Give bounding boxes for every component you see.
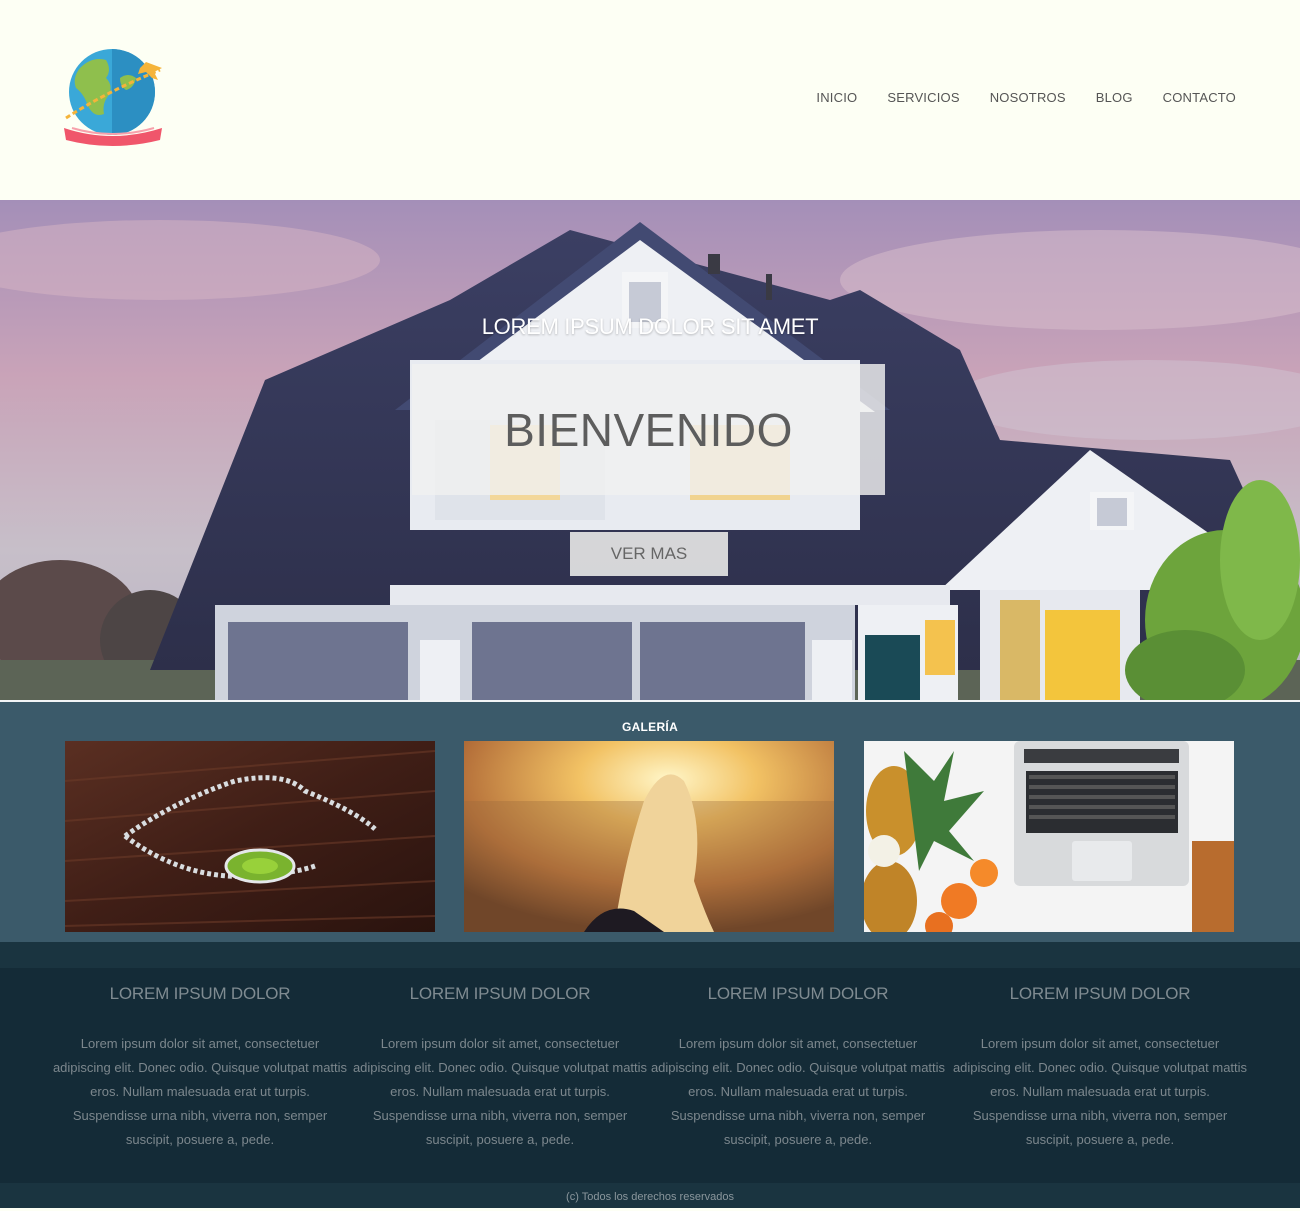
- gallery-title: GALERÍA: [621, 720, 679, 734]
- nav-item-nosotros[interactable]: NOSOTROS: [990, 90, 1066, 105]
- features-section: LOREM IPSUM DOLOR Lorem ipsum dolor sit …: [0, 968, 1300, 1183]
- copyright-text: (c) Todos los derechos reservados: [566, 1191, 734, 1203]
- gallery-image-girl-sunset[interactable]: [464, 741, 834, 932]
- site-footer: (c) Todos los derechos reservados: [0, 1183, 1300, 1208]
- hero-title: BIENVENIDO: [504, 403, 793, 456]
- gallery-image-laptop-fruits[interactable]: [864, 741, 1234, 932]
- feature-column-2: LOREM IPSUM DOLOR Lorem ipsum dolor sit …: [350, 968, 650, 1152]
- ver-mas-button[interactable]: VER MAS: [570, 532, 728, 576]
- feature-column-4: LOREM IPSUM DOLOR Lorem ipsum dolor sit …: [950, 968, 1250, 1152]
- nav-item-contacto[interactable]: CONTACTO: [1163, 90, 1236, 105]
- nav-item-servicios[interactable]: SERVICIOS: [887, 90, 959, 105]
- feature-title: LOREM IPSUM DOLOR: [707, 984, 889, 1003]
- feature-column-3: LOREM IPSUM DOLOR Lorem ipsum dolor sit …: [648, 968, 948, 1152]
- feature-title: LOREM IPSUM DOLOR: [409, 984, 591, 1003]
- feature-title: LOREM IPSUM DOLOR: [1009, 984, 1191, 1003]
- hero-banner: LOREM IPSUM DOLOR SIT AMET BIENVENIDO VE…: [0, 200, 1300, 700]
- nav-item-inicio[interactable]: INICIO: [816, 90, 857, 105]
- feature-title: LOREM IPSUM DOLOR: [109, 984, 291, 1003]
- gallery-section: GALERÍA: [0, 702, 1300, 942]
- nav-item-blog[interactable]: BLOG: [1096, 90, 1133, 105]
- main-nav: INICIO SERVICIOS NOSOTROS BLOG CONTACTO: [816, 90, 1236, 105]
- site-header: INICIO SERVICIOS NOSOTROS BLOG CONTACTO: [0, 0, 1300, 200]
- globe-plane-logo-icon[interactable]: [62, 48, 166, 148]
- features-top-band: [0, 942, 1300, 968]
- feature-column-1: LOREM IPSUM DOLOR Lorem ipsum dolor sit …: [50, 968, 350, 1152]
- feature-text: Lorem ipsum dolor sit amet, consectetuer…: [352, 1036, 648, 1147]
- hero-title-box: BIENVENIDO: [412, 364, 885, 495]
- gallery-image-necklace[interactable]: [65, 741, 435, 932]
- hero-subtitle: LOREM IPSUM DOLOR SIT AMET: [481, 314, 819, 339]
- feature-text: Lorem ipsum dolor sit amet, consectetuer…: [650, 1036, 946, 1147]
- feature-text: Lorem ipsum dolor sit amet, consectetuer…: [52, 1036, 348, 1147]
- feature-text: Lorem ipsum dolor sit amet, consectetuer…: [952, 1036, 1248, 1147]
